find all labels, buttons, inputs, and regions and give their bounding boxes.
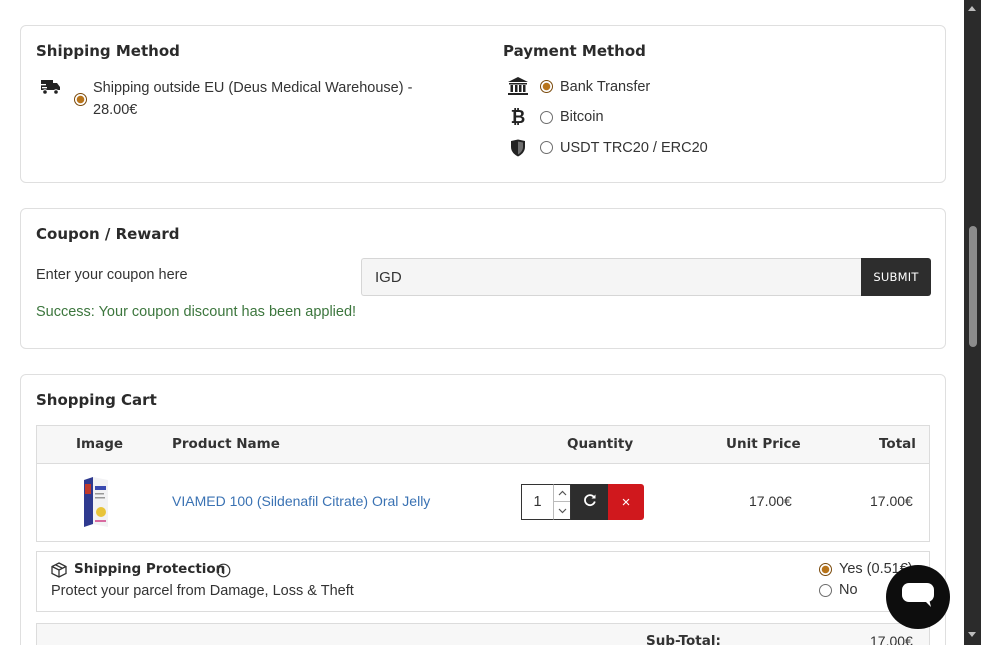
shipping-protection-box: Shipping Protection Protect your parcel … bbox=[36, 551, 930, 612]
unit-price-value: 17.00€ bbox=[749, 493, 792, 509]
header-product-name: Product Name bbox=[172, 436, 280, 452]
scroll-down-icon[interactable] bbox=[968, 632, 976, 637]
methods-panel: Shipping Method Shipping outside EU (Deu… bbox=[20, 25, 946, 183]
protection-no-label: No bbox=[839, 582, 858, 598]
total-price-value: 17.00€ bbox=[870, 493, 913, 509]
bank-icon bbox=[507, 75, 529, 97]
shipping-protection-title: Shipping Protection bbox=[74, 561, 226, 577]
shipping-protection-description: Protect your parcel from Damage, Loss & … bbox=[51, 583, 354, 599]
coupon-title: Coupon / Reward bbox=[36, 225, 180, 243]
cart-table-header: Image Product Name Quantity Unit Price T… bbox=[37, 426, 929, 464]
coupon-input[interactable] bbox=[361, 258, 863, 296]
scrollbar-thumb[interactable] bbox=[969, 226, 977, 347]
cart-table: Image Product Name Quantity Unit Price T… bbox=[36, 425, 930, 542]
header-unit-price: Unit Price bbox=[726, 436, 801, 452]
update-quantity-button[interactable] bbox=[571, 484, 608, 520]
coupon-submit-button[interactable]: SUBMIT bbox=[861, 258, 931, 296]
scroll-up-icon[interactable] bbox=[968, 6, 976, 11]
close-icon: × bbox=[621, 493, 631, 511]
package-icon bbox=[51, 562, 67, 583]
chevron-up-icon[interactable] bbox=[554, 485, 570, 502]
payment-option-usdt: USDT TRC20 / ERC20 bbox=[560, 140, 708, 156]
header-image: Image bbox=[76, 436, 124, 452]
shipping-option-label-line1: Shipping outside EU (Deus Medical Wareho… bbox=[93, 80, 413, 96]
header-quantity: Quantity bbox=[567, 436, 634, 452]
truck-icon bbox=[40, 76, 62, 98]
bitcoin-icon: ₿ bbox=[510, 106, 526, 128]
coupon-label: Enter your coupon here bbox=[36, 267, 188, 283]
chevron-down-icon[interactable] bbox=[554, 502, 570, 519]
coupon-success-message: Success: Your coupon discount has been a… bbox=[36, 304, 357, 320]
coupon-panel: Coupon / Reward Enter your coupon here S… bbox=[20, 208, 946, 349]
header-total: Total bbox=[879, 436, 916, 452]
payment-method-title: Payment Method bbox=[503, 42, 646, 60]
subtotal-row: Sub-Total: 17.00€ bbox=[36, 623, 930, 645]
cart-panel: Shopping Cart Image Product Name Quantit… bbox=[20, 374, 946, 645]
quantity-input[interactable]: 1 bbox=[521, 484, 553, 520]
shipping-option-radio[interactable] bbox=[74, 93, 87, 106]
info-icon[interactable] bbox=[216, 563, 231, 583]
chat-button[interactable] bbox=[886, 565, 950, 629]
refresh-icon bbox=[583, 493, 597, 512]
payment-radio-usdt[interactable] bbox=[540, 141, 553, 154]
protection-yes-radio[interactable] bbox=[819, 563, 832, 576]
payment-radio-bank-transfer[interactable] bbox=[540, 80, 553, 93]
subtotal-label: Sub-Total: bbox=[646, 633, 721, 645]
page-scrollbar[interactable] bbox=[964, 0, 981, 645]
payment-option-bank-transfer: Bank Transfer bbox=[560, 79, 651, 95]
payment-radio-bitcoin[interactable] bbox=[540, 111, 553, 124]
protection-no-radio[interactable] bbox=[819, 584, 832, 597]
shield-icon bbox=[507, 137, 529, 159]
product-image[interactable] bbox=[81, 476, 111, 528]
shipping-option-label-line2: 28.00€ bbox=[93, 102, 138, 118]
shipping-method-title: Shipping Method bbox=[36, 42, 180, 60]
payment-option-bitcoin: Bitcoin bbox=[560, 109, 604, 125]
cart-title: Shopping Cart bbox=[36, 391, 157, 409]
remove-item-button[interactable]: × bbox=[608, 484, 644, 520]
product-name-link[interactable]: VIAMED 100 (Sildenafil Citrate) Oral Jel… bbox=[172, 493, 430, 509]
quantity-stepper[interactable] bbox=[553, 484, 571, 520]
subtotal-value: 17.00€ bbox=[870, 633, 913, 645]
chat-icon bbox=[901, 582, 935, 613]
table-row: VIAMED 100 (Sildenafil Citrate) Oral Jel… bbox=[37, 464, 929, 542]
